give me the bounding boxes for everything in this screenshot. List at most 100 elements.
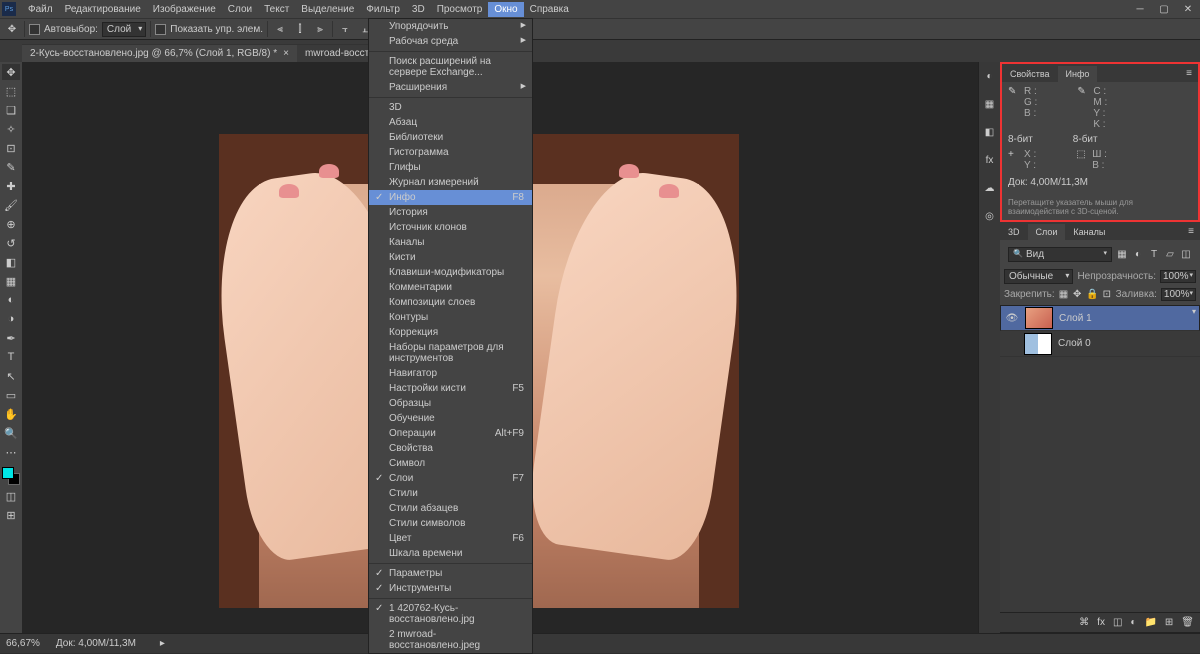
lock-pixels-icon[interactable]: ▦ (1059, 289, 1069, 300)
layer-thumbnail[interactable] (1024, 333, 1052, 355)
panel-menu-icon[interactable]: ≡ (1180, 65, 1198, 82)
menu-item[interactable]: Свойства (369, 441, 532, 456)
tab-channels[interactable]: Каналы (1065, 224, 1113, 240)
menu-item[interactable]: 2 mwroad-восстановлено.jpeg (369, 627, 532, 653)
filter-adjust-icon[interactable]: ◐ (1132, 249, 1144, 260)
color-panel-icon[interactable]: ◐ (982, 68, 998, 84)
screen-mode[interactable]: ⊞ (2, 507, 20, 523)
menu-слои[interactable]: Слои (222, 2, 258, 17)
menu-item[interactable]: Упорядочить (369, 19, 532, 34)
autoselect-dropdown[interactable]: Слой (102, 22, 146, 37)
new-layer-icon[interactable]: ⊞ (1165, 617, 1173, 628)
swatches-panel-icon[interactable]: ▦ (982, 96, 998, 112)
zoom-level[interactable]: 66,67% (6, 638, 40, 649)
menu-item[interactable]: ✓1 420762-Кусь-восстановлено.jpg (369, 601, 532, 627)
libraries-panel-icon[interactable]: ☁ (982, 180, 998, 196)
menu-3d[interactable]: 3D (406, 2, 431, 17)
menu-item[interactable]: ОперацииAlt+F9 (369, 426, 532, 441)
menu-item[interactable]: Символ (369, 456, 532, 471)
align-center-h-icon[interactable]: ⫿ (292, 21, 308, 37)
tab-3d[interactable]: 3D (1000, 224, 1028, 240)
menu-item[interactable]: Навигатор (369, 366, 532, 381)
document-tab-1[interactable]: 2-Кусь-восстановлено.jpg @ 66,7% (Слой 1… (22, 44, 297, 62)
menu-item[interactable]: Коррекция (369, 325, 532, 340)
menu-item[interactable]: Гистограмма (369, 145, 532, 160)
menu-текст[interactable]: Текст (258, 2, 295, 17)
filter-shape-icon[interactable]: ▱ (1164, 249, 1176, 260)
menu-item[interactable]: Кисти (369, 250, 532, 265)
close-button[interactable]: ✕ (1176, 0, 1200, 18)
menu-item[interactable]: Рабочая среда (369, 34, 532, 49)
menu-item[interactable]: Стили (369, 486, 532, 501)
layer-name[interactable]: Слой 1 (1059, 313, 1092, 324)
layer-filter-dropdown[interactable]: Вид (1008, 247, 1112, 262)
menu-item[interactable]: Обучение (369, 411, 532, 426)
menu-выделение[interactable]: Выделение (295, 2, 360, 17)
link-layers-icon[interactable]: ⌘ (1079, 617, 1089, 628)
menu-item[interactable]: Глифы (369, 160, 532, 175)
mask-mode[interactable]: ◫ (2, 488, 20, 504)
eraser-tool[interactable]: ◧ (2, 254, 20, 270)
menu-item[interactable]: Стили абзацев (369, 501, 532, 516)
menu-item[interactable]: Композиции слоев (369, 295, 532, 310)
menu-фильтр[interactable]: Фильтр (360, 2, 406, 17)
menu-просмотр[interactable]: Просмотр (431, 2, 489, 17)
menu-item[interactable]: Наборы параметров для инструментов (369, 340, 532, 366)
panel-menu-icon[interactable]: ≡ (1182, 223, 1200, 240)
lock-artboard-icon[interactable]: ⊡ (1102, 289, 1112, 300)
lock-position-icon[interactable]: ✥ (1072, 289, 1082, 300)
pen-tool[interactable]: ✒ (2, 330, 20, 346)
menu-item[interactable]: 3D (369, 100, 532, 115)
menu-item[interactable]: Стили символов (369, 516, 532, 531)
layer-mask-icon[interactable]: ◫ (1113, 617, 1122, 628)
menu-item[interactable]: Шкала времени (369, 546, 532, 561)
menu-редактирование[interactable]: Редактирование (59, 2, 147, 17)
menu-окно[interactable]: Окно (488, 2, 523, 17)
doc-info[interactable]: Док: 4,00M/11,3M (56, 638, 136, 649)
path-tool[interactable]: ↖ (2, 368, 20, 384)
lasso-tool[interactable]: ❑ (2, 102, 20, 118)
autoselect-checkbox[interactable] (29, 24, 40, 35)
lock-all-icon[interactable]: 🔒 (1086, 289, 1098, 300)
menu-item[interactable]: ✓Параметры (369, 566, 532, 581)
opacity-value[interactable]: 100% (1160, 270, 1196, 283)
menu-справка[interactable]: Справка (524, 2, 575, 17)
eyedropper-tool[interactable]: ✎ (2, 159, 20, 175)
menu-item[interactable]: Каналы (369, 235, 532, 250)
move-tool[interactable]: ✥ (2, 64, 20, 80)
heal-tool[interactable]: ✚ (2, 178, 20, 194)
menu-item[interactable]: ЦветF6 (369, 531, 532, 546)
menu-item[interactable]: Журнал измерений (369, 175, 532, 190)
align-top-icon[interactable]: ⫟ (337, 21, 353, 37)
menu-item[interactable]: Настройки кистиF5 (369, 381, 532, 396)
delete-layer-icon[interactable]: 🗑 (1181, 617, 1194, 628)
menu-item[interactable]: ✓СлоиF7 (369, 471, 532, 486)
menu-item[interactable]: Абзац (369, 115, 532, 130)
align-left-icon[interactable]: ⫷ (272, 21, 288, 37)
menu-item[interactable]: Библиотеки (369, 130, 532, 145)
minimize-button[interactable]: ─ (1128, 0, 1152, 18)
styles-panel-icon[interactable]: fx (982, 152, 998, 168)
foreground-swatch[interactable] (2, 467, 14, 479)
tab-info[interactable]: Инфо (1058, 66, 1098, 82)
tab-layers[interactable]: Слои (1028, 224, 1066, 240)
menu-item[interactable]: Поиск расширений на сервере Exchange... (369, 54, 532, 80)
brush-tool[interactable]: 🖌 (2, 197, 20, 213)
menu-item[interactable]: Клавиши-модификаторы (369, 265, 532, 280)
align-right-icon[interactable]: ⫸ (312, 21, 328, 37)
group-icon[interactable]: 📁 (1144, 617, 1156, 628)
edit-toolbar[interactable]: ⋯ (2, 444, 20, 460)
type-tool[interactable]: T (2, 349, 20, 365)
menu-item[interactable]: Комментарии (369, 280, 532, 295)
menu-item[interactable]: История (369, 205, 532, 220)
layer-row[interactable]: Слой 0 (1000, 331, 1200, 357)
status-menu-icon[interactable]: ▸ (160, 638, 165, 649)
adjustments-panel-icon[interactable]: ◧ (982, 124, 998, 140)
layer-name[interactable]: Слой 0 (1058, 338, 1091, 349)
stamp-tool[interactable]: ⊕ (2, 216, 20, 232)
wand-tool[interactable]: ✧ (2, 121, 20, 137)
layer-thumbnail[interactable] (1025, 307, 1053, 329)
menu-изображение[interactable]: Изображение (147, 2, 222, 17)
menu-item[interactable]: ✓ИнфоF8 (369, 190, 532, 205)
gradient-tool[interactable]: ▦ (2, 273, 20, 289)
